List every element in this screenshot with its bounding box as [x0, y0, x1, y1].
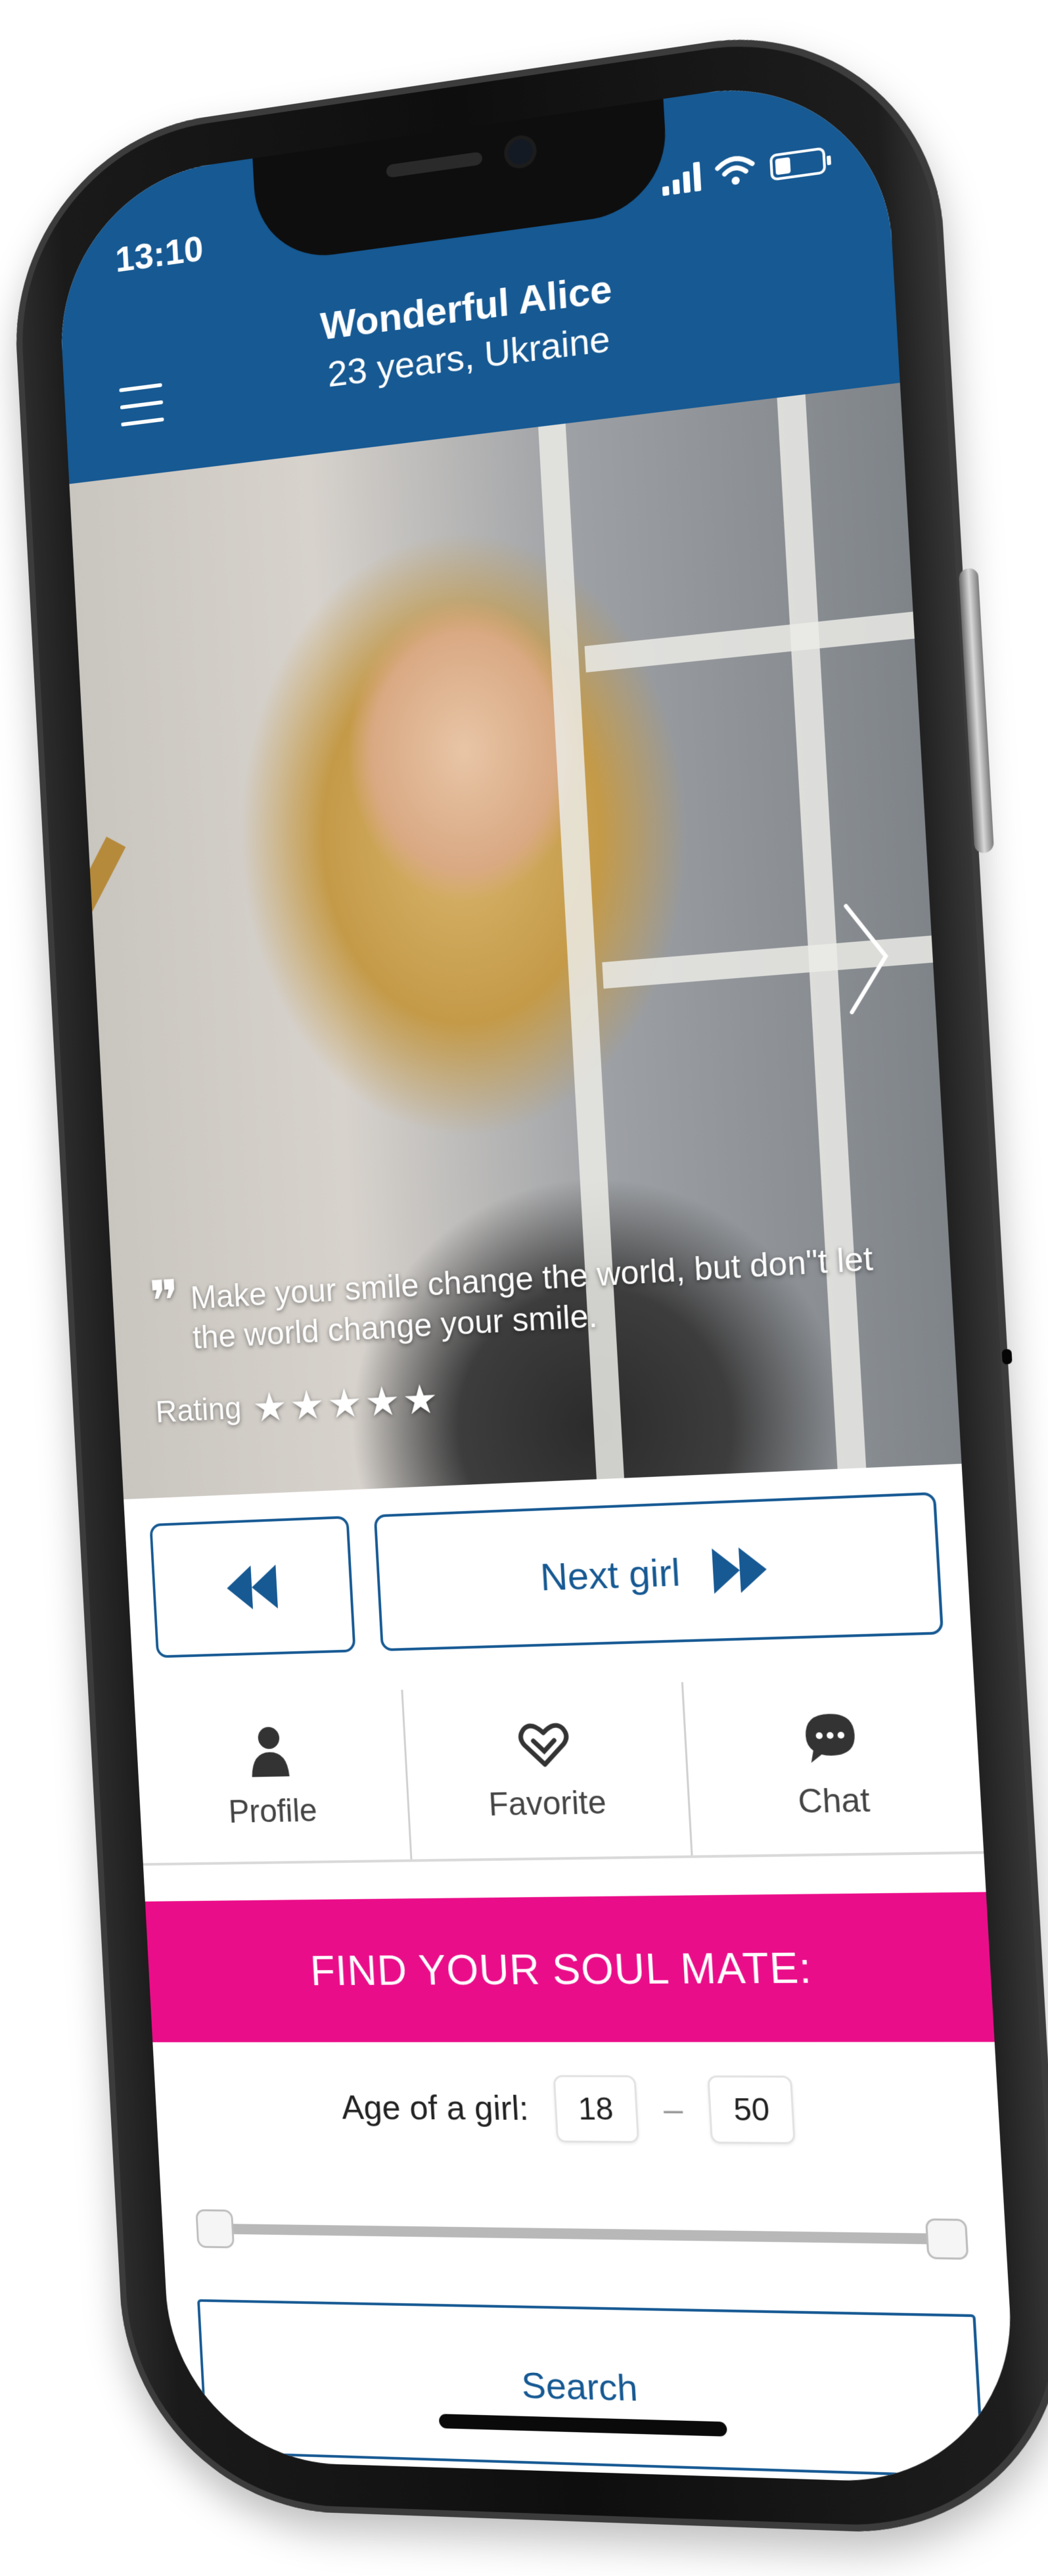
next-girl-button[interactable]: Next girl [373, 1491, 944, 1652]
favorite-action-button[interactable]: Favorite [401, 1682, 691, 1860]
front-camera [507, 137, 534, 166]
status-icons [661, 143, 827, 197]
age-max-input[interactable]: 50 [707, 2075, 796, 2145]
next-girl-label: Next girl [539, 1551, 681, 1599]
heart-icon [516, 1720, 571, 1769]
battery-icon [769, 147, 827, 181]
slider-max-handle[interactable] [924, 2218, 969, 2260]
rewind-icon [225, 1564, 278, 1610]
find-soul-mate-banner: FIND YOUR SOUL MATE: [145, 1892, 995, 2042]
profile-photo[interactable]: ❞ Make your smile change the world, but … [69, 383, 962, 1500]
age-separator: – [662, 2090, 684, 2129]
age-label: Age of a girl: [340, 2089, 530, 2128]
action-label: Profile [227, 1792, 318, 1830]
action-label: Favorite [488, 1783, 608, 1823]
side-button [958, 567, 995, 854]
quote-icon: ❞ [148, 1267, 182, 1336]
previous-girl-button[interactable] [149, 1516, 356, 1658]
search-button[interactable]: Search [197, 2299, 985, 2479]
person-icon [250, 1726, 290, 1777]
chat-action-button[interactable]: Chat [681, 1674, 984, 1856]
next-photo-chevron-icon[interactable] [840, 899, 895, 1017]
fast-forward-icon [712, 1546, 769, 1594]
slider-track [221, 2224, 941, 2245]
rating-label: Rating [154, 1391, 242, 1430]
profile-actions: Profile Favorite Chat [134, 1674, 984, 1866]
page: 13:10 Wonderful Alice 23 years, Ukraine … [0, 0, 1048, 2576]
slider-min-handle[interactable] [195, 2209, 235, 2249]
chat-bubble-icon [804, 1713, 856, 1763]
phone-frame: 13:10 Wonderful Alice 23 years, Ukraine … [5, 9, 1048, 2540]
profile-quote: ❞ Make your smile change the world, but … [148, 1236, 912, 1360]
profile-action-button[interactable]: Profile [134, 1690, 410, 1863]
rating: Rating ★★★★★ [154, 1374, 442, 1436]
rating-stars-icon: ★★★★★ [251, 1376, 442, 1431]
side-sensor [1001, 1349, 1013, 1365]
quote-text: Make your smile change the world, but do… [189, 1240, 874, 1356]
profile-navigation: Next girl [149, 1491, 944, 1658]
age-min-input[interactable]: 18 [553, 2074, 639, 2143]
speaker-grille [386, 151, 483, 178]
cellular-signal-icon [661, 160, 702, 197]
age-filter: Age of a girl: 18 – 50 [154, 2074, 1001, 2146]
action-label: Chat [796, 1781, 871, 1821]
phone-screen: 13:10 Wonderful Alice 23 years, Ukraine … [53, 67, 1020, 2487]
wifi-icon [714, 152, 756, 185]
status-time: 13:10 [114, 227, 204, 280]
age-range-slider[interactable] [194, 2196, 969, 2273]
